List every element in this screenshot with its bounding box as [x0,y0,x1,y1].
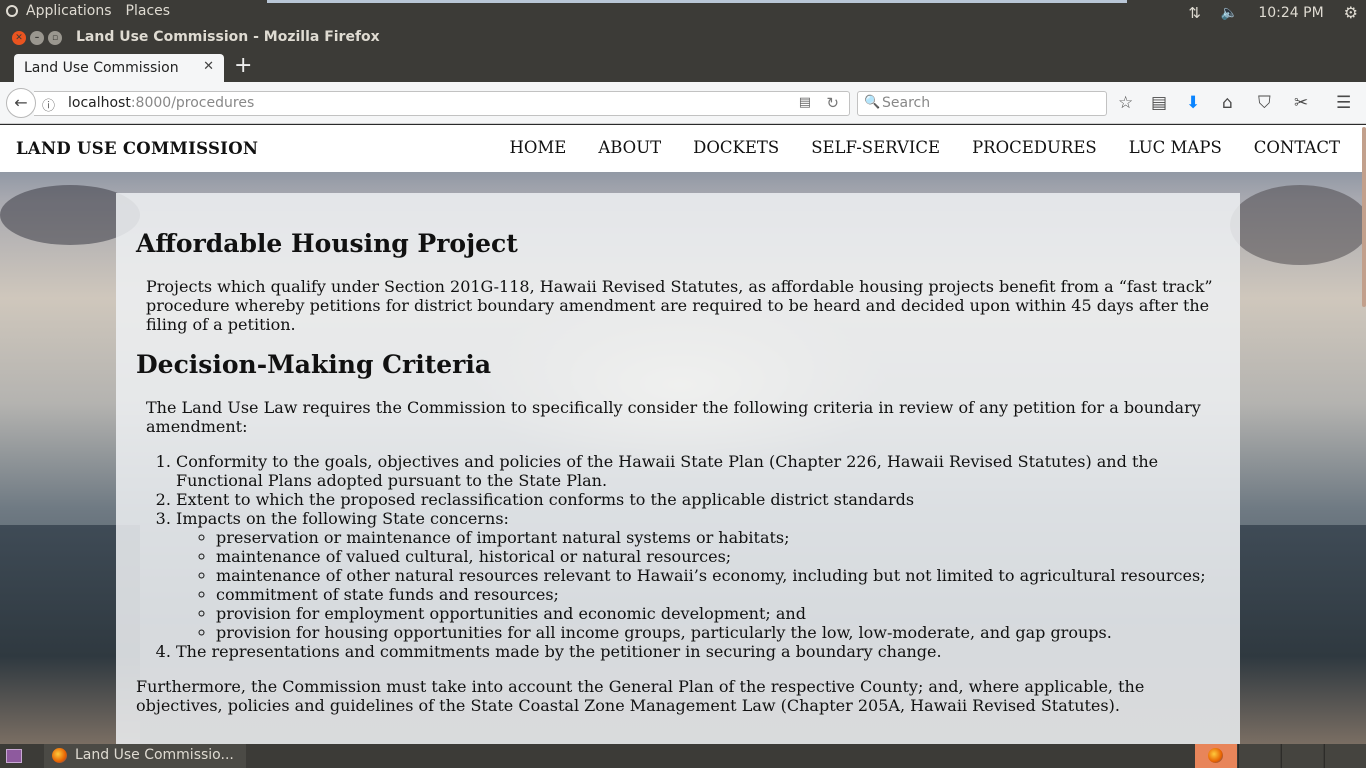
heading-decision-criteria: Decision-Making Criteria [136,350,492,379]
page-scrollbar[interactable] [1362,127,1366,307]
downloads-icon[interactable]: ⬇ [1186,92,1200,114]
criteria-list: Conformity to the goals, objectives and … [176,452,1220,661]
nav-luc-maps[interactable]: LUC MAPS [1129,138,1222,157]
places-menu[interactable]: Places [126,3,171,19]
url-text[interactable]: localhost:8000/procedures [68,95,254,111]
paragraph-affordable-housing: Projects which qualify under Section 201… [146,277,1213,334]
window-title: Land Use Commission - Mozilla Firefox [76,29,380,45]
top-panel: Applications Places ⇅ 🔈 10:24 PM ⚙ [0,0,1366,24]
taskbar: Land Use Commissio... [0,744,1366,768]
home-icon[interactable]: ⌂ [1222,92,1233,114]
nav-procedures[interactable]: PROCEDURES [972,138,1097,157]
list-item-text: Impacts on the following State concerns: [176,509,509,528]
search-placeholder: Search [882,95,931,111]
clock[interactable]: 10:24 PM [1258,5,1323,21]
paragraph-furthermore: Furthermore, the Commission must take in… [136,677,1145,715]
applications-menu[interactable]: Applications [26,3,112,19]
state-concerns-list: preservation or maintenance of important… [216,528,1220,642]
background-cloud [1230,185,1366,265]
nav-dockets[interactable]: DOCKETS [693,138,779,157]
nav-self-service[interactable]: SELF-SERVICE [811,138,940,157]
bookmarks-library-icon[interactable]: ▤ [1151,92,1167,114]
tab-strip: Land Use Commission ✕ + [0,52,1366,82]
site-nav: HOME ABOUT DOCKETS SELF-SERVICE PROCEDUR… [509,138,1340,157]
panel-indicator [267,0,1127,3]
menu-hamburger-icon[interactable]: ☰ [1336,92,1351,114]
reload-icon[interactable]: ↻ [826,94,839,112]
volume-muted-icon[interactable]: 🔈 [1221,5,1238,21]
show-desktop-icon[interactable] [6,749,22,763]
close-window-button[interactable]: ✕ [12,31,26,45]
list-item: maintenance of valued cultural, historic… [216,547,1220,566]
url-bar[interactable]: ⓘ localhost:8000/procedures ▤ ↻ [34,91,850,116]
workspace-4[interactable] [1324,744,1366,768]
taskbar-firefox-window[interactable]: Land Use Commissio... [44,744,246,768]
page-viewport: LAND USE COMMISSION HOME ABOUT DOCKETS S… [0,125,1366,744]
list-item: Extent to which the proposed reclassific… [176,490,1220,509]
navigation-toolbar: ⓘ localhost:8000/procedures ▤ ↻ ← 🔍 Sear… [0,82,1366,124]
minimize-window-button[interactable]: – [30,31,44,45]
maximize-window-button[interactable]: ▫ [48,31,62,45]
workspace-3[interactable] [1281,744,1323,768]
workspace-2[interactable] [1238,744,1280,768]
list-item: commitment of state funds and resources; [216,585,1220,604]
url-path: :8000/procedures [130,95,255,111]
url-host: localhost [68,95,131,111]
search-icon: 🔍 [864,95,881,110]
firefox-icon [1208,748,1223,763]
list-item: Impacts on the following State concerns:… [176,509,1220,642]
list-item: provision for housing opportunities for … [216,623,1220,642]
list-item: Conformity to the goals, objectives and … [176,452,1220,490]
back-button[interactable]: ← [6,88,36,118]
paragraph-criteria-intro: The Land Use Law requires the Commission… [146,398,1201,436]
reader-view-icon[interactable]: ▤ [799,95,811,110]
list-item: preservation or maintenance of important… [216,528,1220,547]
close-tab-icon[interactable]: ✕ [203,59,214,74]
list-item: provision for employment opportunities a… [216,604,1220,623]
background-shore [1240,525,1366,744]
screenshot-icon[interactable]: ✂ [1294,92,1308,114]
site-info-icon[interactable]: ⓘ [42,95,55,114]
firefox-icon [52,748,67,763]
network-icon[interactable]: ⇅ [1188,4,1201,22]
site-title[interactable]: LAND USE COMMISSION [16,139,258,158]
taskbar-task-label: Land Use Commissio... [75,747,234,763]
workspace-1[interactable] [1195,744,1237,768]
list-item: The representations and commitments made… [176,642,1220,661]
heading-affordable-housing: Affordable Housing Project [136,229,518,258]
content-panel: Affordable Housing Project Projects whic… [116,193,1240,744]
bookmark-star-icon[interactable]: ☆ [1118,92,1133,114]
nav-about[interactable]: ABOUT [598,138,661,157]
new-tab-button[interactable]: + [234,55,252,77]
tab-land-use-commission[interactable]: Land Use Commission ✕ [14,54,224,82]
settings-gear-icon[interactable]: ⚙ [1344,3,1358,22]
list-item: maintenance of other natural resources r… [216,566,1220,585]
nav-home[interactable]: HOME [509,138,566,157]
search-bar[interactable]: 🔍 Search [857,91,1107,116]
nav-contact[interactable]: CONTACT [1254,138,1340,157]
window-title-bar: ✕ – ▫ Land Use Commission - Mozilla Fire… [0,24,1366,52]
ubuntu-logo-icon[interactable] [6,5,18,17]
tab-label: Land Use Commission [24,60,179,76]
site-header: LAND USE COMMISSION HOME ABOUT DOCKETS S… [0,125,1366,172]
pocket-icon[interactable]: ⛉ [1258,92,1271,114]
